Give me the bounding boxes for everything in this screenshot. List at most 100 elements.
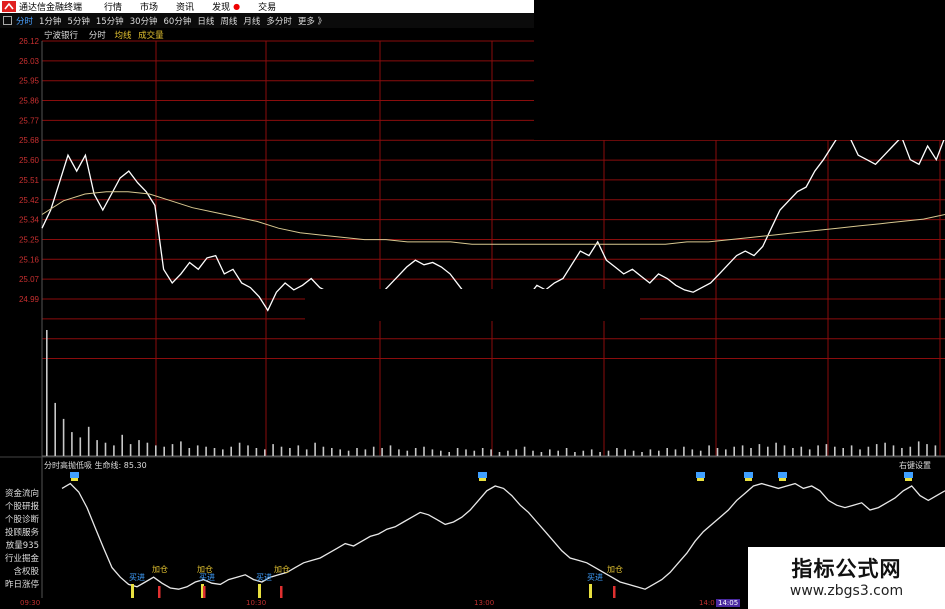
volume-bar xyxy=(79,437,82,456)
volume-bar xyxy=(750,448,752,456)
volume-bar xyxy=(892,445,895,456)
add-signal-bar xyxy=(158,586,161,598)
volume-bar xyxy=(607,450,610,456)
volume-bar xyxy=(155,445,157,456)
volume-bar xyxy=(649,449,652,456)
volume-bar xyxy=(71,432,73,456)
volume-bar xyxy=(331,448,333,456)
volume-bar xyxy=(641,452,643,456)
volume-bar xyxy=(414,448,417,456)
volume-bar xyxy=(490,449,492,456)
volume-bar xyxy=(473,450,476,456)
volume-bar xyxy=(280,446,283,456)
add-signal-bar xyxy=(280,586,283,598)
volume-bar xyxy=(741,445,744,456)
volume-bar xyxy=(305,449,308,456)
volume-bar xyxy=(448,452,450,456)
volume-bar xyxy=(104,442,107,456)
y-tick-label: 24.99 xyxy=(19,295,40,304)
volume-bar xyxy=(222,449,224,456)
top-signal-marker xyxy=(71,478,78,481)
top-signal-marker xyxy=(745,478,752,481)
buy-signal-label: 买进 xyxy=(129,573,145,582)
chart-title: 宁波银行 分时 均线 成交量 xyxy=(44,29,164,41)
volume-bar xyxy=(498,452,501,456)
life-line-label: 生命线: xyxy=(94,461,122,470)
top-signal-marker xyxy=(904,472,913,478)
volume-bar xyxy=(666,448,668,456)
volume-bar xyxy=(926,444,928,456)
y-tick-label: 26.03 xyxy=(19,57,40,66)
volume-bar xyxy=(213,448,216,456)
volume-bar xyxy=(783,445,786,456)
side-menu-industry[interactable]: 行业掘金 xyxy=(0,553,42,566)
buy-signal-bar xyxy=(258,584,261,598)
volume-bar xyxy=(565,448,568,456)
volume-bar xyxy=(129,444,132,456)
volume-bar xyxy=(507,450,509,456)
volume-bar xyxy=(62,418,65,456)
y-tick-label: 25.16 xyxy=(19,255,40,264)
y-tick-label: 25.51 xyxy=(19,176,40,185)
right-click-settings[interactable]: 右键设置 xyxy=(899,460,931,471)
volume-bar xyxy=(590,449,593,456)
side-menu-fund-flow[interactable]: 资金流向 xyxy=(0,488,42,501)
add-signal-label: 加仓 xyxy=(152,564,168,574)
volume-bar xyxy=(808,449,811,456)
volume-bar xyxy=(658,450,660,456)
volume-bar xyxy=(582,450,585,456)
volume-bar xyxy=(825,444,828,456)
redacted-panel xyxy=(534,0,945,140)
time-label: 14:0 xyxy=(699,599,715,607)
volume-bar xyxy=(356,448,358,456)
volume-bar xyxy=(683,446,685,456)
volume-bar xyxy=(800,446,803,456)
side-menu-limit-up[interactable]: 昨日涨停 xyxy=(0,579,42,592)
volume-bar xyxy=(632,450,635,456)
volume-bar xyxy=(817,445,819,456)
buy-signal-label: 买进 xyxy=(199,573,215,582)
volume-bar xyxy=(163,446,165,456)
volume-bar xyxy=(708,445,710,456)
side-menu-rights[interactable]: 含权股 xyxy=(0,566,42,579)
volume-bar xyxy=(574,452,576,456)
volume-bar xyxy=(767,446,769,456)
add-signal-bar xyxy=(203,586,206,598)
volume-bar xyxy=(884,442,886,456)
volume-bar xyxy=(113,445,115,456)
volume-bar xyxy=(289,448,291,456)
y-tick-label: 25.86 xyxy=(19,97,40,106)
add-signal-bar xyxy=(613,586,616,598)
volume-bar xyxy=(372,446,375,456)
avg-line-label: 均线 xyxy=(114,31,132,41)
stock-name: 宁波银行 xyxy=(44,31,79,41)
volume-bar xyxy=(691,449,694,456)
redacted-block xyxy=(305,289,640,321)
current-time-label: 14:05 xyxy=(716,599,741,607)
add-signal-label: 加仓 xyxy=(607,564,623,574)
volume-bar xyxy=(314,442,316,456)
volume-bar xyxy=(406,450,409,456)
top-signal-marker xyxy=(778,472,787,478)
volume-bar xyxy=(557,450,559,456)
side-menu-research[interactable]: 个股研报 xyxy=(0,501,42,514)
volume-bar xyxy=(515,449,518,456)
volume-bar xyxy=(297,445,300,456)
y-tick-label: 25.68 xyxy=(19,136,40,145)
watermark-url: www.zbgs3.com xyxy=(789,583,904,599)
volume-bar xyxy=(867,446,870,456)
side-menu-advisory[interactable]: 投顾服务 xyxy=(0,527,42,540)
volume-bar xyxy=(230,446,232,456)
volume-bar xyxy=(180,441,182,456)
top-signal-marker xyxy=(479,478,486,481)
side-menu-diagnosis[interactable]: 个股诊断 xyxy=(0,514,42,527)
time-label: 09:30 xyxy=(20,599,41,607)
volume-bar xyxy=(247,445,249,456)
volume-bar xyxy=(456,448,459,456)
volume-bar xyxy=(834,446,836,456)
top-signal-marker xyxy=(744,472,753,478)
volume-bar xyxy=(599,452,601,456)
volume-bar xyxy=(389,445,392,456)
side-menu-volume935[interactable]: 放量935 xyxy=(0,540,42,553)
y-tick-label: 25.07 xyxy=(19,275,40,284)
